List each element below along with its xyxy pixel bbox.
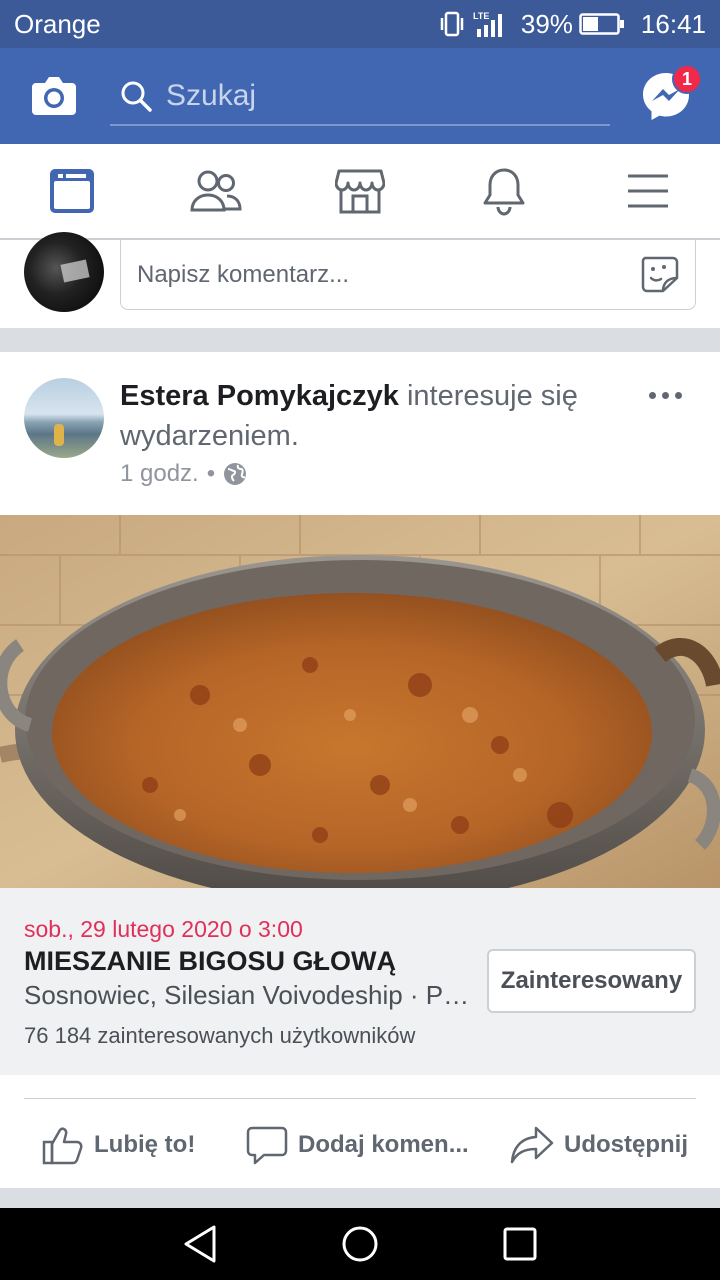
post-header: Estera Pomykajczyk interesuje się wydarz… [120,376,620,456]
friends-icon [190,170,242,212]
messenger-button[interactable]: 1 [640,64,702,122]
event-date: sob., 29 lutego 2020 o 3:00 [24,916,303,942]
camera-icon [32,77,76,115]
app-bar: 1 [0,48,720,144]
network-type: LTE [473,11,489,21]
search-icon [116,76,156,116]
sticker-icon[interactable] [639,254,679,294]
recents-icon [503,1227,537,1261]
comment-icon [246,1126,288,1165]
event-title[interactable]: MIESZANIE BIGOSU GŁOWĄ [24,946,396,977]
status-indicators: LTE 39% 16:41 [439,9,706,40]
camera-button[interactable] [28,70,80,122]
tab-friends[interactable] [144,144,288,238]
recents-button[interactable] [498,1222,542,1266]
author-avatar[interactable] [24,378,104,458]
thumbs-up-icon [42,1127,83,1165]
share-icon [510,1126,554,1164]
comment-button[interactable]: Dodaj komen... [246,1125,469,1165]
post-actions: Lubię to! Dodaj komen... Udostępnij [0,1110,720,1180]
clock: 16:41 [640,8,706,39]
interested-button[interactable]: Zainteresowany [487,949,696,1013]
tab-bar [0,144,720,240]
tab-marketplace[interactable] [288,144,432,238]
vibrate-icon [439,10,465,38]
more-options-button[interactable] [640,380,690,410]
share-button[interactable]: Udostępnij [510,1125,688,1165]
carrier-name: Orange [14,8,101,39]
like-label: Lubię to! [94,1131,196,1158]
like-button[interactable]: Lubię to! [42,1125,195,1165]
tab-menu[interactable] [576,144,720,238]
search-box[interactable] [110,68,610,126]
dot-icon [648,391,656,399]
tab-notifications[interactable] [432,144,576,238]
event-interested-count: 76 184 zainteresowanych użytkowników [24,1023,416,1048]
messenger-badge: 1 [672,64,702,94]
comment-label: Dodaj komen... [298,1131,469,1158]
signal-icon: LTE [471,9,511,39]
hamburger-icon [628,174,668,208]
actions-divider [24,1098,696,1099]
comment-input[interactable] [137,260,617,289]
marketplace-icon [335,169,385,214]
meta-separator: • [206,460,216,487]
battery-percent: 39% [520,8,573,39]
system-nav-bar [0,1208,720,1280]
feed-post: Estera Pomykajczyk interesuje się wydarz… [0,352,720,1188]
comment-composer [0,232,720,328]
user-avatar [24,232,104,312]
status-bar: Orange LTE 39% 16:41 [0,0,720,48]
author-name[interactable]: Estera Pomykajczyk [120,380,399,412]
event-card[interactable]: sob., 29 lutego 2020 o 3:00 MIESZANIE BI… [0,888,720,1075]
event-cover-image[interactable] [0,515,720,888]
home-button[interactable] [338,1222,382,1266]
search-input[interactable] [166,79,586,113]
post-meta: 1 godz. • [120,460,247,488]
dot-icon [674,391,682,399]
share-label: Udostępnij [564,1131,688,1158]
news-feed-icon [50,169,94,213]
home-icon [342,1226,378,1262]
event-location: Sosnowiec, Silesian Voivodeship · Polska [24,980,474,1010]
comment-field[interactable] [120,240,696,310]
back-button[interactable] [178,1222,222,1266]
globe-icon [224,463,247,485]
dot-icon [661,391,669,399]
back-icon [184,1225,216,1263]
battery-icon [579,12,625,36]
post-time[interactable]: 1 godz. [120,460,199,488]
bell-icon [483,168,525,216]
tab-news-feed[interactable] [0,144,144,238]
